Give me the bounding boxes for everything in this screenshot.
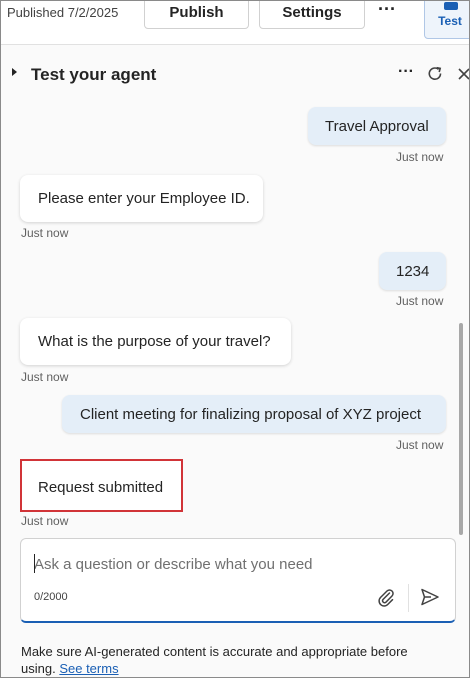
message-input[interactable]	[34, 552, 434, 576]
test-tab-label: Test	[438, 14, 462, 28]
top-toolbar: Published 7/2/2025 Publish Settings ··· …	[1, 1, 469, 45]
message-timestamp: Just now	[21, 370, 69, 384]
message-timestamp: Just now	[396, 150, 444, 164]
message-text: 1234	[396, 263, 430, 280]
message-timestamp: Just now	[21, 226, 69, 240]
panel-more-icon[interactable]: ···	[396, 63, 416, 81]
composer-divider	[408, 584, 409, 612]
message-text: What is the purpose of your travel?	[38, 333, 271, 350]
close-icon[interactable]	[456, 65, 470, 83]
user-message: Travel Approval	[308, 107, 446, 145]
highlighted-bot-message: Request submitted	[20, 459, 183, 512]
send-icon[interactable]	[419, 587, 441, 607]
user-message: 1234	[379, 252, 446, 290]
message-text: Client meeting for finalizing proposal o…	[80, 406, 422, 423]
see-terms-link[interactable]: See terms	[59, 661, 118, 676]
character-counter: 0/2000	[34, 591, 68, 603]
published-status: Published 7/2/2025	[7, 5, 119, 20]
message-composer: 0/2000	[20, 538, 456, 623]
bot-message: What is the purpose of your travel?	[20, 318, 291, 365]
panel-title: Test your agent	[31, 65, 157, 84]
test-person-icon	[444, 2, 458, 10]
message-text: Travel Approval	[325, 118, 429, 135]
disclaimer: Make sure AI-generated content is accura…	[21, 643, 441, 677]
more-options-icon[interactable]: ···	[375, 1, 399, 23]
panel-header: Test your agent ···	[1, 53, 470, 93]
text-cursor	[34, 554, 35, 573]
publish-button[interactable]: Publish	[144, 1, 249, 29]
message-timestamp: Just now	[21, 514, 69, 528]
bot-message: Please enter your Employee ID.	[20, 175, 263, 222]
message-text: Please enter your Employee ID.	[38, 190, 250, 207]
paperclip-icon[interactable]	[376, 587, 396, 607]
message-timestamp: Just now	[396, 438, 444, 452]
chat-scrollbar[interactable]	[459, 323, 463, 535]
refresh-icon[interactable]	[426, 65, 444, 83]
settings-button[interactable]: Settings	[259, 1, 365, 29]
message-timestamp: Just now	[396, 294, 444, 308]
collapse-caret-icon[interactable]	[12, 68, 17, 76]
user-message: Client meeting for finalizing proposal o…	[62, 395, 446, 433]
test-agent-panel: Published 7/2/2025 Publish Settings ··· …	[0, 0, 470, 678]
message-text: Request submitted	[38, 479, 164, 496]
test-tab[interactable]: Test	[424, 1, 469, 39]
